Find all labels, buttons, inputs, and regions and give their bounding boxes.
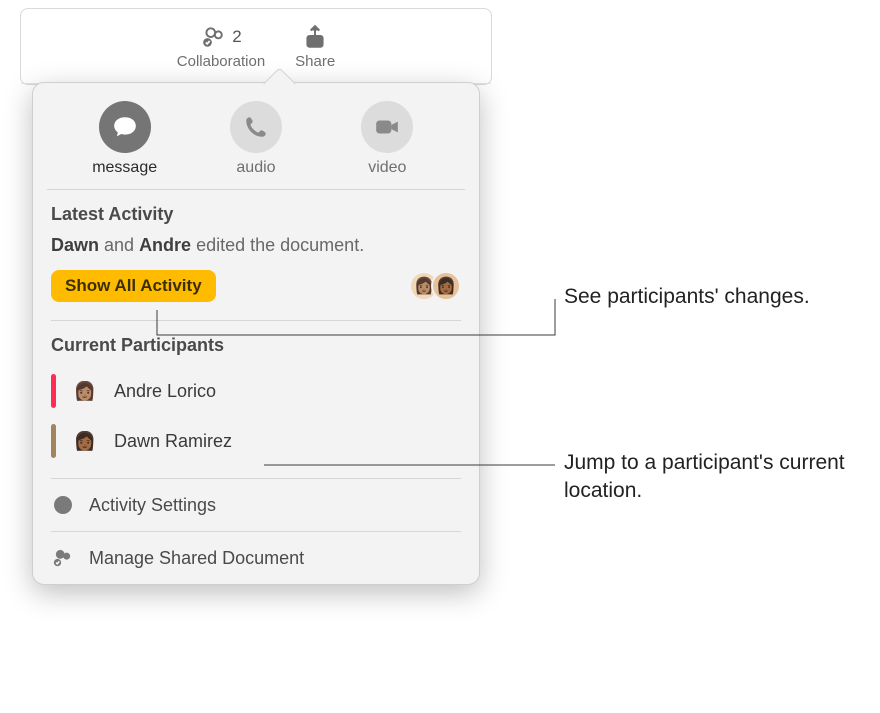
share-label: Share	[295, 53, 335, 70]
current-participants-header: Current Participants	[51, 335, 461, 356]
participant-color-indicator	[51, 374, 56, 408]
manage-shared-document-row[interactable]: Manage Shared Document	[33, 532, 479, 570]
activity-summary: Dawn and Andre edited the document.	[51, 235, 461, 256]
participant-row[interactable]: 👩🏽 Andre Lorico	[51, 366, 461, 416]
collaboration-icon	[51, 546, 75, 570]
collaboration-popover: message audio video Latest Activity Dawn…	[32, 82, 480, 585]
activity-name-1: Dawn	[51, 235, 99, 255]
message-icon	[99, 101, 151, 153]
collaboration-icon	[200, 23, 228, 51]
participant-name: Andre Lorico	[114, 381, 216, 402]
activity-settings-row[interactable]: Activity Settings	[33, 479, 479, 517]
avatar: 👩🏾	[431, 271, 461, 301]
manage-shared-label: Manage Shared Document	[89, 548, 304, 569]
phone-icon	[230, 101, 282, 153]
audio-button[interactable]: audio	[201, 101, 311, 177]
app-window: 2 Collaboration Share	[20, 8, 492, 85]
latest-activity-section: Latest Activity Dawn and Andre edited th…	[33, 190, 479, 320]
collaboration-label: Collaboration	[177, 53, 265, 70]
participant-row[interactable]: 👩🏾 Dawn Ramirez	[51, 416, 461, 466]
message-label: message	[92, 159, 157, 177]
activity-settings-label: Activity Settings	[89, 495, 216, 516]
video-button[interactable]: video	[332, 101, 442, 177]
avatar: 👩🏽	[68, 374, 102, 408]
activity-name-2: Andre	[139, 235, 191, 255]
message-button[interactable]: message	[70, 101, 180, 177]
participant-name: Dawn Ramirez	[114, 431, 232, 452]
latest-activity-header: Latest Activity	[51, 204, 461, 225]
callout-text: See participants' changes.	[564, 283, 844, 311]
collaboration-count: 2	[232, 27, 241, 47]
communication-row: message audio video	[47, 83, 465, 190]
avatar: 👩🏾	[68, 424, 102, 458]
callout-text: Jump to a participant's current location…	[564, 449, 864, 506]
video-label: video	[368, 159, 406, 177]
video-icon	[361, 101, 413, 153]
activity-avatars: 👩🏽 👩🏾	[417, 271, 461, 301]
audio-label: audio	[236, 159, 275, 177]
participant-color-indicator	[51, 424, 56, 458]
current-participants-section: Current Participants 👩🏽 Andre Lorico 👩🏾 …	[33, 321, 479, 466]
show-all-activity-button[interactable]: Show All Activity	[51, 270, 216, 302]
window-toolbar: 2 Collaboration Share	[21, 9, 491, 84]
share-icon	[301, 23, 329, 51]
share-button[interactable]: Share	[295, 23, 335, 70]
collaboration-button[interactable]: 2 Collaboration	[177, 23, 265, 70]
gear-icon	[51, 493, 75, 517]
